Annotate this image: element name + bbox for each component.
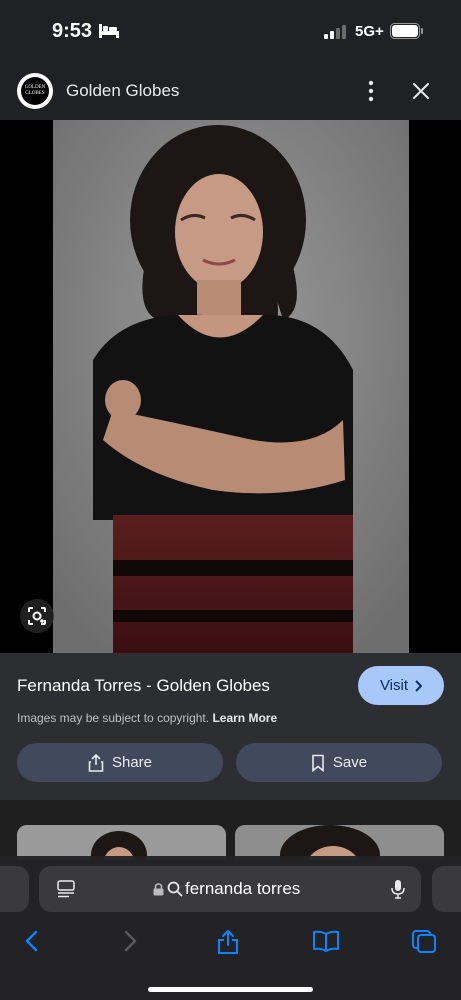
share-sheet-icon[interactable]: [217, 929, 239, 960]
portrait-photo: [53, 120, 409, 653]
related-image-thumbnail[interactable]: [235, 825, 444, 860]
more-options-icon[interactable]: [363, 80, 379, 107]
network-type: 5G+: [355, 23, 384, 40]
site-name[interactable]: Golden Globes: [66, 81, 179, 101]
copyright-text: Images may be subject to copyright.: [17, 711, 210, 725]
image-title[interactable]: Fernanda Torres - Golden Globes: [17, 676, 270, 696]
save-button-label: Save: [332, 754, 368, 771]
image-info-panel: Fernanda Torres - Golden Globes Visit Im…: [0, 653, 461, 800]
related-images: [0, 800, 461, 860]
bed-icon: [99, 24, 119, 43]
previous-tab-preview[interactable]: [0, 866, 29, 912]
lens-header: GOLDEN GLOBES Golden Globes: [0, 62, 461, 120]
address-text: fernanda torres: [185, 879, 301, 898]
logo-mark: GOLDEN GLOBES: [21, 77, 49, 105]
back-icon[interactable]: [22, 929, 42, 958]
chevron-right-icon: [415, 679, 423, 692]
status-bar: 9:53 5G+: [0, 0, 461, 62]
logo-line-2: GLOBES: [25, 91, 45, 96]
site-logo[interactable]: GOLDEN GLOBES: [17, 73, 53, 109]
status-time: 9:53: [52, 20, 93, 42]
copyright-notice: Images may be subject to copyright. Lear…: [17, 711, 277, 725]
browser-toolbar: fernanda torres: [0, 856, 461, 1000]
lock-icon: [153, 883, 164, 901]
share-icon: [88, 753, 104, 772]
bookmark-icon: [312, 754, 324, 772]
search-icon: [167, 881, 183, 902]
save-button[interactable]: Save: [236, 743, 442, 782]
cellular-signal-icon: [324, 25, 348, 44]
forward-icon[interactable]: [120, 929, 140, 958]
visit-button[interactable]: Visit: [358, 666, 444, 705]
battery-icon: [390, 23, 424, 44]
address-bar[interactable]: fernanda torres: [39, 866, 421, 912]
next-tab-preview[interactable]: [432, 866, 461, 912]
home-indicator[interactable]: [148, 987, 313, 992]
image-preview[interactable]: [0, 120, 461, 653]
microphone-icon[interactable]: [391, 879, 405, 904]
share-button[interactable]: Share: [17, 743, 223, 782]
visit-button-label: Visit: [379, 677, 409, 694]
bookmarks-icon[interactable]: [312, 929, 340, 958]
related-image-thumbnail[interactable]: [17, 825, 226, 860]
page-menu-icon[interactable]: [57, 880, 75, 903]
close-icon[interactable]: [410, 80, 432, 107]
learn-more-link[interactable]: Learn More: [212, 711, 277, 725]
tabs-icon[interactable]: [411, 929, 437, 958]
visual-search-icon[interactable]: [20, 599, 54, 633]
share-button-label: Share: [111, 754, 153, 771]
